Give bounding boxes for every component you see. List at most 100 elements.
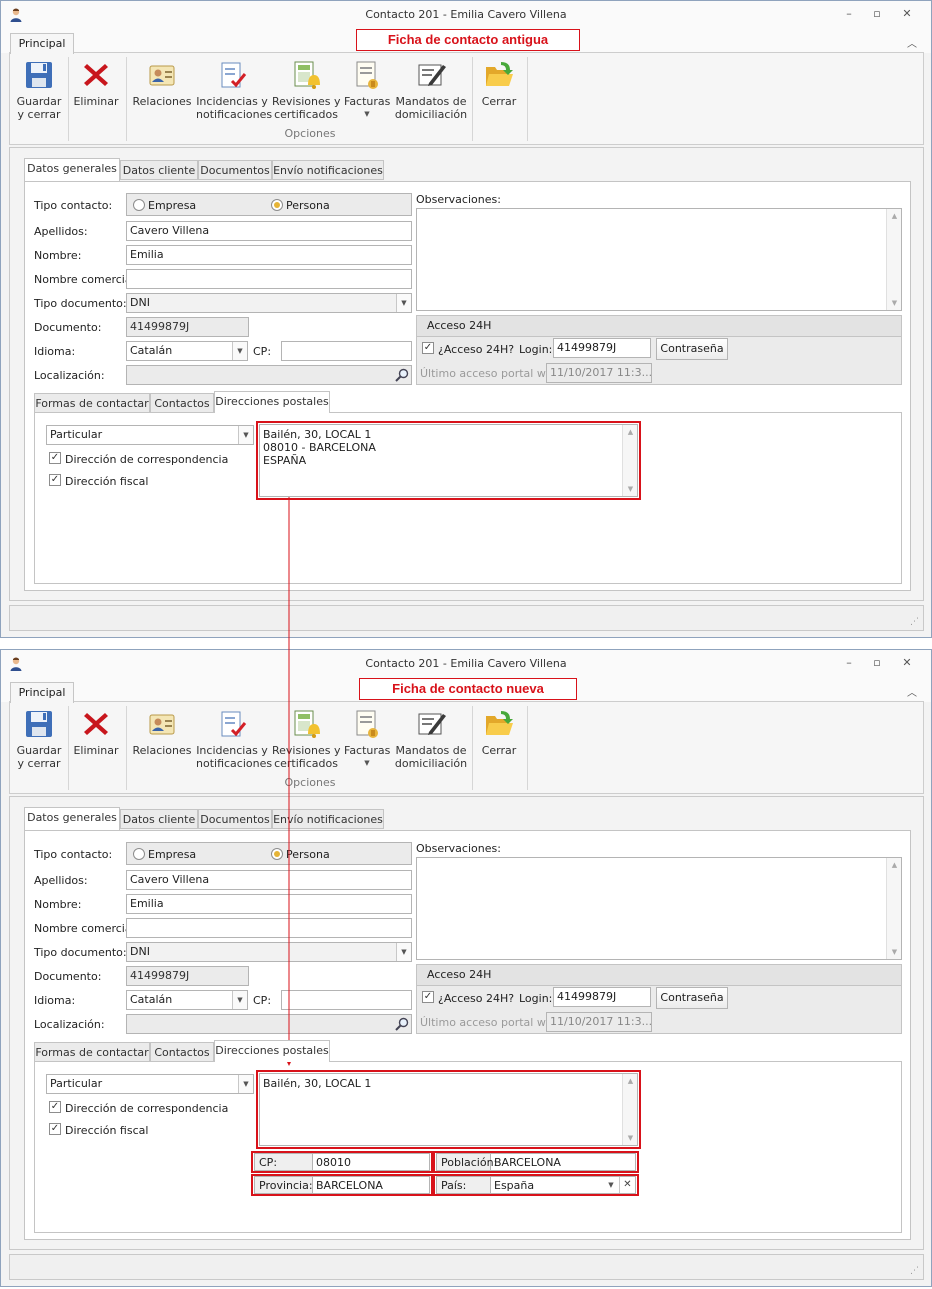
radio-persona[interactable] (271, 848, 283, 860)
close-window-button[interactable]: ✕ (899, 7, 915, 21)
radio-empresa[interactable] (133, 199, 145, 211)
correspondencia-checkbox[interactable]: ✓ (49, 1101, 61, 1113)
scroll-down-icon[interactable]: ▼ (623, 485, 638, 493)
resize-grip-icon[interactable]: ⋰ (910, 617, 919, 627)
reviews-button[interactable]: Revisiones y certificados (272, 59, 340, 121)
mandates-button[interactable]: Mandatos de domiciliación (394, 708, 468, 770)
tab-direcciones-postales[interactable]: Direcciones postales (214, 391, 330, 413)
scroll-up-icon[interactable]: ▲ (887, 861, 902, 869)
maximize-button[interactable]: ▫ (869, 656, 885, 670)
apellidos-input[interactable]: Cavero Villena (126, 870, 412, 890)
nombre-comercial-input[interactable] (126, 918, 412, 938)
collapse-ribbon-icon[interactable]: ︿ (907, 684, 917, 699)
relations-button[interactable]: Relaciones (132, 59, 192, 108)
fiscal-checkbox[interactable]: ✓ (49, 474, 61, 486)
scroll-down-icon[interactable]: ▼ (887, 299, 902, 307)
address-text: Bailén, 30, LOCAL 1 (263, 1077, 372, 1090)
tipo-direccion-select[interactable]: Particular ▼ (46, 425, 254, 445)
scrollbar[interactable]: ▲ ▼ (886, 858, 901, 959)
login-input[interactable]: 41499879J (553, 338, 651, 358)
scrollbar[interactable]: ▲ ▼ (886, 209, 901, 310)
tab-formas-contactar[interactable]: Formas de contactar (34, 1042, 150, 1062)
radio-empresa[interactable] (133, 848, 145, 860)
tab-datos-cliente[interactable]: Datos cliente (120, 809, 198, 829)
nombre-comercial-input[interactable] (126, 269, 412, 289)
address-textarea[interactable]: Bailén, 30, LOCAL 1 ▲ ▼ (259, 1073, 638, 1146)
incidents-button[interactable]: Incidencias y notificaciones (196, 59, 272, 121)
reviews-button[interactable]: Revisiones y certificados (272, 708, 340, 770)
minimize-button[interactable]: – (841, 7, 857, 21)
collapse-ribbon-icon[interactable]: ︿ (907, 35, 917, 50)
close-button[interactable]: Cerrar (476, 708, 522, 757)
clear-icon[interactable]: ✕ (619, 1177, 635, 1193)
scroll-down-icon[interactable]: ▼ (623, 1134, 638, 1142)
form-body: Datos generales Datos cliente Documentos… (9, 147, 924, 601)
cp-address-field[interactable]: CP: 08010 (254, 1153, 430, 1171)
resize-grip-icon[interactable]: ⋰ (910, 1266, 919, 1276)
password-button[interactable]: Contraseña (656, 338, 728, 360)
login-input[interactable]: 41499879J (553, 987, 651, 1007)
ribbon-tab-principal[interactable]: Principal (10, 33, 74, 54)
close-window-button[interactable]: ✕ (899, 656, 915, 670)
minimize-button[interactable]: – (841, 656, 857, 670)
close-button[interactable]: Cerrar (476, 59, 522, 108)
delete-button[interactable]: Eliminar (72, 59, 120, 108)
observaciones-textarea[interactable]: ▲ ▼ (416, 857, 902, 960)
localizacion-field[interactable] (126, 1014, 412, 1034)
observaciones-label: Observaciones: (416, 193, 501, 206)
provincia-field[interactable]: Provincia: BARCELONA (254, 1176, 430, 1194)
ribbon-tab-principal[interactable]: Principal (10, 682, 74, 703)
scroll-up-icon[interactable]: ▲ (623, 1077, 638, 1085)
radio-persona[interactable] (271, 199, 283, 211)
delete-button[interactable]: Eliminar (72, 708, 120, 757)
tab-envio-notificaciones[interactable]: Envío notificaciones (272, 160, 384, 180)
idioma-select[interactable]: Catalán ▼ (126, 341, 248, 361)
search-icon[interactable] (394, 367, 410, 383)
invoices-button[interactable]: Facturas ▼ (344, 708, 390, 770)
maximize-button[interactable]: ▫ (869, 7, 885, 21)
cp-input[interactable] (281, 990, 412, 1010)
nombre-input[interactable]: Emilia (126, 245, 412, 265)
scrollbar[interactable]: ▲ ▼ (622, 1074, 637, 1145)
tipo-documento-select[interactable]: DNI ▼ (126, 942, 412, 962)
pais-field[interactable]: País: España ▼ ✕ (436, 1176, 636, 1194)
tab-documentos[interactable]: Documentos (198, 160, 272, 180)
fiscal-checkbox[interactable]: ✓ (49, 1123, 61, 1135)
tab-envio-notificaciones[interactable]: Envío notificaciones (272, 809, 384, 829)
scroll-up-icon[interactable]: ▲ (887, 212, 902, 220)
address-textarea[interactable]: Bailén, 30, LOCAL 1 08010 - BARCELONA ES… (259, 424, 638, 497)
search-icon[interactable] (394, 1016, 410, 1032)
scrollbar[interactable]: ▲ ▼ (622, 425, 637, 496)
correspondencia-checkbox[interactable]: ✓ (49, 452, 61, 464)
observaciones-textarea[interactable]: ▲ ▼ (416, 208, 902, 311)
tab-datos-generales[interactable]: Datos generales (24, 158, 120, 181)
acceso-24h-checkbox[interactable]: ✓ (422, 991, 434, 1003)
incidents-label: Incidencias y notificaciones (196, 95, 273, 121)
relations-button[interactable]: Relaciones (132, 708, 192, 757)
tab-direcciones-postales[interactable]: Direcciones postales (214, 1040, 330, 1062)
poblacion-field[interactable]: Población: BARCELONA (436, 1153, 636, 1171)
mandates-button[interactable]: Mandatos de domiciliación (394, 59, 468, 121)
tipo-documento-select[interactable]: DNI ▼ (126, 293, 412, 313)
save-close-button[interactable]: Guardar y cerrar (16, 59, 62, 121)
save-close-button[interactable]: Guardar y cerrar (16, 708, 62, 770)
tab-datos-cliente[interactable]: Datos cliente (120, 160, 198, 180)
invoices-button[interactable]: Facturas ▼ (344, 59, 390, 121)
cp-input[interactable] (281, 341, 412, 361)
password-button[interactable]: Contraseña (656, 987, 728, 1009)
tab-datos-generales[interactable]: Datos generales (24, 807, 120, 830)
tab-documentos[interactable]: Documentos (198, 809, 272, 829)
chevron-down-icon[interactable]: ▼ (604, 1177, 618, 1193)
idioma-select[interactable]: Catalán ▼ (126, 990, 248, 1010)
tipo-direccion-select[interactable]: Particular ▼ (46, 1074, 254, 1094)
apellidos-input[interactable]: Cavero Villena (126, 221, 412, 241)
nombre-input[interactable]: Emilia (126, 894, 412, 914)
acceso-24h-checkbox[interactable]: ✓ (422, 342, 434, 354)
incidents-button[interactable]: Incidencias y notificaciones (196, 708, 272, 770)
localizacion-field[interactable] (126, 365, 412, 385)
scroll-up-icon[interactable]: ▲ (623, 428, 638, 436)
scroll-down-icon[interactable]: ▼ (887, 948, 902, 956)
tab-contactos[interactable]: Contactos (150, 1042, 214, 1062)
tab-formas-contactar[interactable]: Formas de contactar (34, 393, 150, 413)
tab-contactos[interactable]: Contactos (150, 393, 214, 413)
